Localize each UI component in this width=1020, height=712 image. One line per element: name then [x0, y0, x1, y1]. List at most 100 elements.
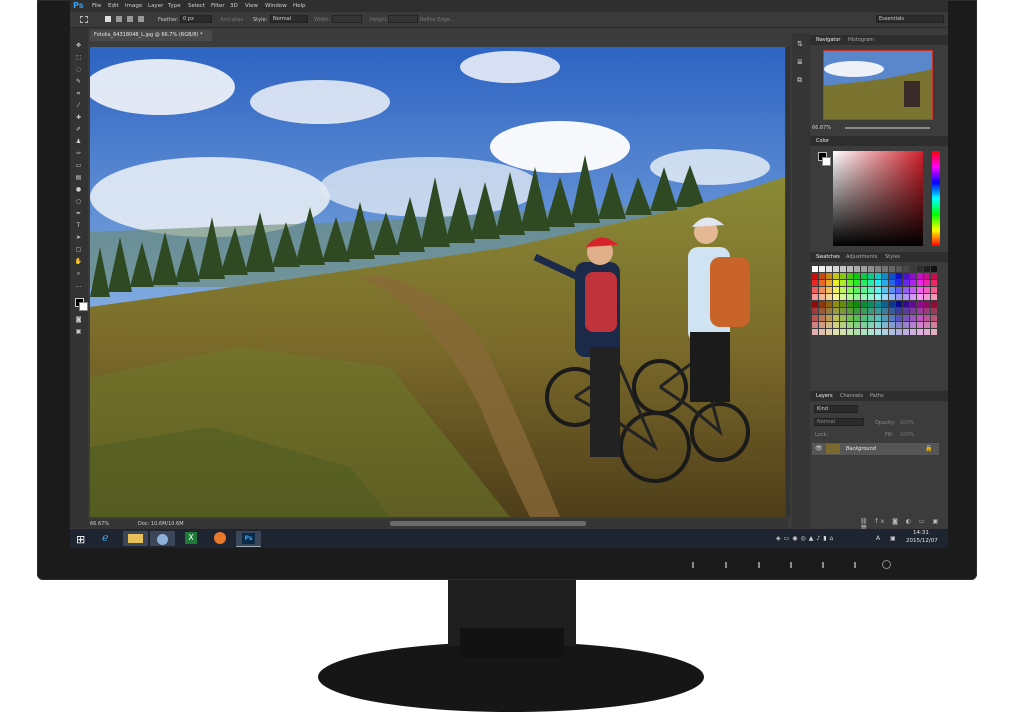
color-picker-field[interactable]: [833, 151, 923, 246]
color-swatch[interactable]: [854, 273, 860, 279]
layer-row-background[interactable]: 👁 Background 🔒: [812, 443, 939, 455]
photoshop-icon[interactable]: Ps: [236, 531, 261, 547]
color-swatch[interactable]: [931, 273, 937, 279]
color-swatch[interactable]: [812, 315, 818, 321]
color-swatch[interactable]: [854, 294, 860, 300]
color-swatch[interactable]: [924, 280, 930, 286]
color-swatch[interactable]: [931, 329, 937, 335]
document-tab[interactable]: Fotolia_64318048_L.jpg @ 66.7% (RGB/8) *: [90, 30, 212, 41]
type-tool-icon[interactable]: T: [73, 222, 84, 230]
color-swatch[interactable]: [854, 322, 860, 328]
color-swatch[interactable]: [882, 273, 888, 279]
color-swatch[interactable]: [910, 273, 916, 279]
color-swatch[interactable]: [882, 308, 888, 314]
menu-edit[interactable]: Edit: [108, 3, 119, 9]
color-swatch[interactable]: [847, 308, 853, 314]
color-swatch[interactable]: [833, 266, 839, 272]
color-swatch[interactable]: [924, 273, 930, 279]
color-swatch[interactable]: [931, 315, 937, 321]
color-swatch[interactable]: [931, 287, 937, 293]
color-swatch[interactable]: [819, 280, 825, 286]
color-swatch[interactable]: [889, 329, 895, 335]
color-swatch[interactable]: [896, 273, 902, 279]
color-swatch[interactable]: [875, 273, 881, 279]
color-swatch[interactable]: [931, 294, 937, 300]
color-swatch[interactable]: [868, 273, 874, 279]
dodge-tool-icon[interactable]: ○: [73, 198, 84, 206]
color-swatch[interactable]: [868, 308, 874, 314]
move-tool-icon[interactable]: ✥: [73, 42, 84, 50]
color-swatch[interactable]: [826, 280, 832, 286]
color-swatch[interactable]: [854, 308, 860, 314]
color-swatch[interactable]: [812, 301, 818, 307]
menu-3d[interactable]: 3D: [230, 3, 238, 9]
lasso-tool-icon[interactable]: ◌: [73, 66, 84, 74]
color-swatch[interactable]: [917, 322, 923, 328]
color-swatch[interactable]: [819, 266, 825, 272]
menu-filter[interactable]: Filter: [211, 3, 225, 9]
color-swatch[interactable]: [882, 266, 888, 272]
color-swatch[interactable]: [875, 329, 881, 335]
subtract-selection-icon[interactable]: [127, 16, 133, 22]
color-swatch[interactable]: [840, 287, 846, 293]
color-swatch[interactable]: [903, 315, 909, 321]
color-swatch[interactable]: [812, 287, 818, 293]
color-swatch[interactable]: [910, 294, 916, 300]
hue-slider[interactable]: [932, 151, 940, 246]
color-swatch[interactable]: [910, 308, 916, 314]
color-swatch[interactable]: [833, 294, 839, 300]
opacity-value[interactable]: 100%: [900, 420, 914, 426]
color-swatch[interactable]: [868, 315, 874, 321]
canvas-vertical-scrollbar[interactable]: [786, 47, 790, 517]
color-swatch[interactable]: [840, 301, 846, 307]
clock-time[interactable]: 14:31: [913, 530, 929, 536]
color-swatch[interactable]: [868, 329, 874, 335]
blend-mode-select[interactable]: Normal: [814, 418, 864, 426]
menu-type[interactable]: Type: [168, 3, 181, 9]
pen-tool-icon[interactable]: ✒: [73, 210, 84, 218]
color-swatch[interactable]: [847, 315, 853, 321]
color-swatch[interactable]: [889, 280, 895, 286]
color-swatch[interactable]: [896, 266, 902, 272]
color-swatch[interactable]: [903, 273, 909, 279]
color-swatch[interactable]: [840, 308, 846, 314]
color-swatch[interactable]: [889, 301, 895, 307]
color-swatch[interactable]: [868, 301, 874, 307]
color-swatch[interactable]: [910, 315, 916, 321]
color-swatch[interactable]: [910, 301, 916, 307]
color-swatch[interactable]: [847, 322, 853, 328]
monitor-button[interactable]: [725, 562, 727, 568]
color-swatch[interactable]: [924, 322, 930, 328]
color-swatch[interactable]: [882, 294, 888, 300]
more-tools-icon[interactable]: …: [73, 282, 84, 290]
gradient-tool-icon[interactable]: ▤: [73, 174, 84, 182]
color-swatch[interactable]: [875, 322, 881, 328]
color-swatch[interactable]: [854, 280, 860, 286]
menu-select[interactable]: Select: [188, 3, 205, 9]
color-swatch[interactable]: [917, 273, 923, 279]
system-tray-icons[interactable]: ◈▭◉◎▲♪▮⌂: [776, 535, 836, 542]
tab-layers[interactable]: Layers: [816, 391, 833, 401]
color-swatch[interactable]: [924, 294, 930, 300]
color-swatch[interactable]: [875, 266, 881, 272]
eraser-tool-icon[interactable]: ▭: [73, 162, 84, 170]
color-swatch[interactable]: [840, 329, 846, 335]
color-swatch[interactable]: [896, 287, 902, 293]
color-swatch[interactable]: [819, 322, 825, 328]
color-swatch[interactable]: [861, 280, 867, 286]
color-swatch[interactable]: [882, 280, 888, 286]
color-swatch[interactable]: [889, 315, 895, 321]
color-swatch[interactable]: [840, 315, 846, 321]
explorer-icon[interactable]: [123, 531, 148, 546]
color-swatch[interactable]: [861, 287, 867, 293]
color-swatch[interactable]: [854, 301, 860, 307]
monitor-button[interactable]: [854, 562, 856, 568]
color-swatch[interactable]: [917, 315, 923, 321]
color-swatch[interactable]: [847, 273, 853, 279]
color-swatch[interactable]: [833, 322, 839, 328]
color-swatch[interactable]: [903, 301, 909, 307]
color-swatch[interactable]: [875, 308, 881, 314]
fill-value[interactable]: 100%: [900, 432, 914, 438]
marquee-preset-icon[interactable]: [80, 16, 88, 23]
color-swatch[interactable]: [812, 329, 818, 335]
